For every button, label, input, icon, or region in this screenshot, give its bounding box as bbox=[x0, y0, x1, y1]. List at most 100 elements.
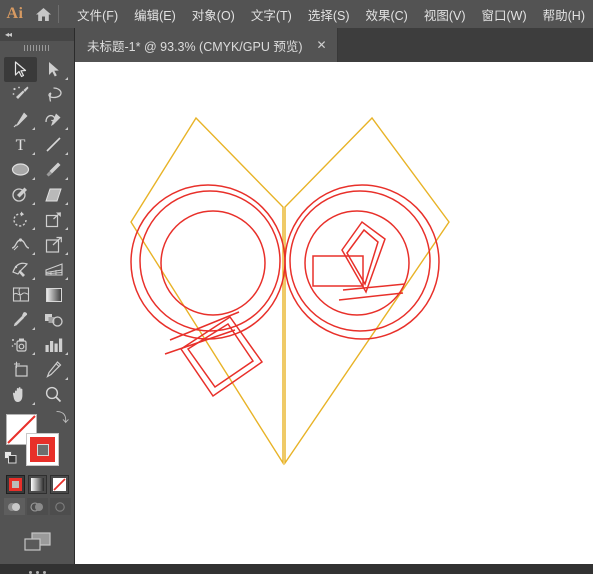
draw-behind-button[interactable] bbox=[26, 498, 48, 515]
tool-scale[interactable] bbox=[37, 207, 70, 232]
tool-hand[interactable] bbox=[4, 382, 37, 407]
menu-item-effect[interactable]: 效果(C) bbox=[357, 1, 415, 28]
stroke-swatch-hole bbox=[36, 443, 49, 456]
stroke-swatch[interactable] bbox=[26, 433, 59, 466]
menu-divider bbox=[58, 5, 60, 23]
document-tab[interactable]: 未标题-1* @ 93.3% (CMYK/GPU 预览) ✕ bbox=[75, 28, 338, 62]
flyout-indicator-icon bbox=[65, 127, 68, 130]
tool-gradient[interactable] bbox=[37, 282, 70, 307]
menu-item-object[interactable]: 对象(O) bbox=[184, 1, 243, 28]
left-tail-quad-inner bbox=[186, 322, 255, 389]
flyout-indicator-icon bbox=[65, 177, 68, 180]
svg-text:T: T bbox=[16, 137, 26, 153]
flyout-indicator-icon bbox=[32, 327, 35, 330]
collapse-panel-icon[interactable]: ◂◂ bbox=[5, 30, 12, 39]
flyout-indicator-icon bbox=[32, 402, 35, 405]
color-controls: ⤵ bbox=[0, 411, 74, 473]
left-tail-stroke-a bbox=[164, 329, 236, 355]
tool-direct-selection[interactable] bbox=[37, 57, 70, 82]
right-detail bbox=[312, 220, 406, 301]
tool-eraser[interactable] bbox=[37, 182, 70, 207]
right-circle-group bbox=[284, 184, 440, 340]
flyout-indicator-icon bbox=[32, 252, 35, 255]
flyout-indicator-icon bbox=[65, 252, 68, 255]
grip-dots-icon bbox=[24, 45, 50, 51]
flyout-indicator-icon bbox=[65, 377, 68, 380]
gradient-mode-button[interactable] bbox=[27, 475, 47, 494]
artwork-heart-logo bbox=[130, 116, 450, 466]
tool-paintbrush[interactable] bbox=[37, 157, 70, 182]
right-circle-inner bbox=[304, 210, 410, 316]
menu-item-type[interactable]: 文字(T) bbox=[243, 1, 300, 28]
tool-lasso[interactable] bbox=[37, 82, 70, 107]
draw-mode-buttons bbox=[0, 498, 74, 515]
default-colors-icon[interactable] bbox=[4, 451, 17, 464]
left-circle-group bbox=[130, 184, 286, 340]
menu-item-select[interactable]: 选择(S) bbox=[300, 1, 358, 28]
menu-item-window[interactable]: 窗口(W) bbox=[474, 1, 535, 28]
menu-item-help[interactable]: 帮助(H) bbox=[535, 1, 593, 28]
flyout-indicator-icon bbox=[65, 352, 68, 355]
diamond-left bbox=[130, 116, 284, 466]
tool-ellipse[interactable] bbox=[4, 157, 37, 182]
tool-perspective-grid[interactable] bbox=[37, 257, 70, 282]
tool-curvature[interactable] bbox=[37, 107, 70, 132]
close-icon[interactable]: ✕ bbox=[317, 39, 327, 51]
tool-free-transform[interactable] bbox=[37, 232, 70, 257]
tool-artboard[interactable] bbox=[4, 357, 37, 382]
document-canvas[interactable] bbox=[75, 62, 593, 564]
flyout-indicator-icon bbox=[65, 77, 68, 80]
tool-line-segment[interactable] bbox=[37, 132, 70, 157]
flyout-indicator-icon bbox=[32, 352, 35, 355]
none-mode-button[interactable] bbox=[49, 475, 69, 494]
right-stroke-a bbox=[338, 292, 404, 301]
right-rectangle bbox=[312, 255, 364, 287]
tool-selection[interactable] bbox=[4, 57, 37, 82]
right-circle-outer bbox=[284, 184, 440, 340]
flyout-indicator-icon bbox=[65, 152, 68, 155]
menu-item-view[interactable]: 视图(V) bbox=[416, 1, 474, 28]
draw-inside-button[interactable] bbox=[49, 498, 71, 515]
tool-shaper[interactable] bbox=[4, 182, 37, 207]
illustrator-window: Ai 文件(F) 编辑(E) 对象(O) 文字(T) 选择(S) 效果(C) 视… bbox=[0, 0, 593, 574]
tool-slice[interactable] bbox=[37, 357, 70, 382]
tool-symbol-sprayer[interactable] bbox=[4, 332, 37, 357]
tool-width[interactable] bbox=[4, 232, 37, 257]
tool-pen[interactable] bbox=[4, 107, 37, 132]
color-mode-button[interactable] bbox=[5, 475, 25, 494]
screen-mode-button[interactable] bbox=[0, 529, 74, 555]
left-circle-outer bbox=[130, 184, 286, 340]
tool-shape-builder[interactable] bbox=[4, 257, 37, 282]
tools-panel-grip[interactable] bbox=[0, 41, 74, 55]
tool-eyedropper[interactable] bbox=[4, 307, 37, 332]
menu-item-edit[interactable]: 编辑(E) bbox=[126, 1, 184, 28]
flyout-indicator-icon bbox=[32, 152, 35, 155]
left-circle-inner bbox=[160, 210, 266, 316]
flyout-indicator-icon bbox=[32, 127, 35, 130]
tools-panel-header[interactable]: ◂◂ bbox=[0, 28, 74, 41]
tool-magic-wand[interactable] bbox=[4, 82, 37, 107]
menu-bar: Ai 文件(F) 编辑(E) 对象(O) 文字(T) 选择(S) 效果(C) 视… bbox=[0, 0, 593, 28]
menu-item-list: 文件(F) 编辑(E) 对象(O) 文字(T) 选择(S) 效果(C) 视图(V… bbox=[69, 1, 593, 28]
tools-grid: T bbox=[0, 55, 74, 407]
menu-item-file[interactable]: 文件(F) bbox=[69, 1, 126, 28]
draw-normal-button[interactable] bbox=[3, 498, 25, 515]
flyout-indicator-icon bbox=[32, 277, 35, 280]
tool-type[interactable]: T bbox=[4, 132, 37, 157]
document-tab-bar: 未标题-1* @ 93.3% (CMYK/GPU 预览) ✕ bbox=[75, 28, 593, 62]
tools-panel: ◂◂ T ⤵ bbox=[0, 28, 75, 574]
flyout-indicator-icon bbox=[32, 202, 35, 205]
tool-mesh[interactable] bbox=[4, 282, 37, 307]
right-stroke-b bbox=[342, 283, 406, 291]
artwork-vector bbox=[130, 116, 450, 466]
home-icon[interactable] bbox=[30, 7, 56, 22]
tool-rotate[interactable] bbox=[4, 207, 37, 232]
ai-logo: Ai bbox=[6, 5, 24, 22]
swap-fill-stroke-icon[interactable]: ⤵ bbox=[56, 411, 69, 424]
tool-column-graph[interactable] bbox=[37, 332, 70, 357]
flyout-indicator-icon bbox=[32, 227, 35, 230]
tool-blend[interactable] bbox=[37, 307, 70, 332]
flyout-indicator-icon bbox=[65, 202, 68, 205]
tool-zoom[interactable] bbox=[37, 382, 70, 407]
color-mode-buttons bbox=[0, 475, 74, 494]
